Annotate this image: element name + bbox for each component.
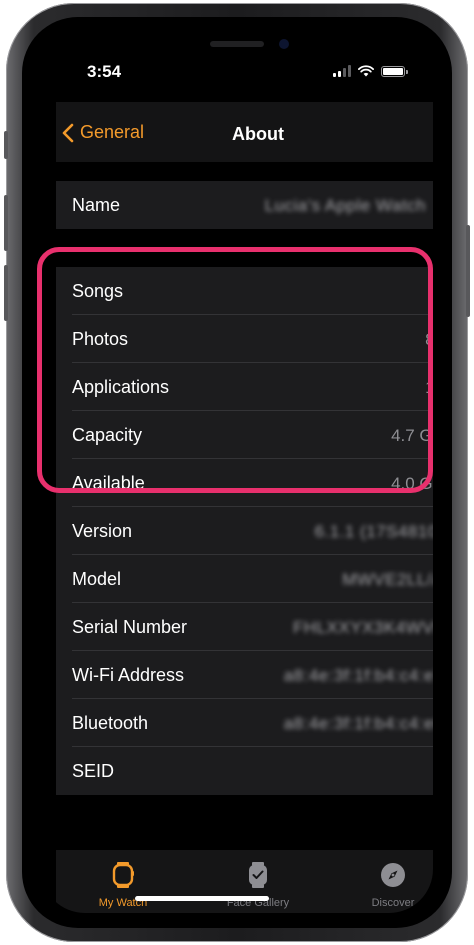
row-label: Serial Number xyxy=(72,617,188,637)
speaker-grille xyxy=(210,41,264,47)
list-item: Version 6.1.1 (17S4810) xyxy=(56,507,433,555)
row-value: FHLXXYX3K4WVL xyxy=(292,618,433,637)
phone-frame: 3:54 General About Name Lucia's Apple Wa… xyxy=(4,3,470,942)
wifi-icon xyxy=(358,65,374,77)
row-label: Wi-Fi Address xyxy=(72,665,185,685)
list-item: Wi-Fi Address a8:4e:3f:1f:b4:c4:e7 xyxy=(56,651,433,699)
cellular-signal-icon xyxy=(333,65,351,77)
tab-my-watch[interactable]: My Watch xyxy=(56,862,190,909)
row-label: Applications xyxy=(72,377,170,397)
side-button xyxy=(466,225,470,317)
about-list: Songs 0 Photos 84 Applications 12 Capaci… xyxy=(56,267,433,795)
row-value: a8:4e:3f:1f:b4:c4:e8 xyxy=(283,714,433,733)
status-time: 3:54 xyxy=(87,62,122,81)
face-gallery-icon xyxy=(249,862,267,888)
row-label: Capacity xyxy=(72,425,143,445)
status-icons xyxy=(333,65,408,77)
row-label: Songs xyxy=(72,281,124,301)
tab-face-gallery[interactable]: Face Gallery xyxy=(191,862,325,909)
row-label: Version xyxy=(72,521,133,541)
list-item: Serial Number FHLXXYX3K4WVL xyxy=(56,603,433,651)
list-item: Applications 12 xyxy=(56,363,433,411)
row-value: 4.0 GB xyxy=(391,474,433,493)
tab-discover[interactable]: Discover xyxy=(326,862,433,909)
tab-label: Discover xyxy=(371,897,415,909)
row-label: Photos xyxy=(72,329,129,349)
volume-up-button xyxy=(4,195,8,251)
name-row[interactable]: Name Lucia's Apple Watch xyxy=(56,181,433,229)
volume-down-button xyxy=(4,265,8,321)
page-title: About xyxy=(232,124,284,144)
watch-icon xyxy=(112,862,134,888)
row-value: 12 xyxy=(425,378,433,397)
navigation-bar: General About xyxy=(56,102,433,162)
front-camera xyxy=(279,39,289,49)
list-item: Available 4.0 GB xyxy=(56,459,433,507)
row-value: 84 xyxy=(425,330,433,349)
notch xyxy=(136,32,338,64)
row-value: Lucia's Apple Watch xyxy=(264,196,426,215)
home-indicator xyxy=(135,896,269,901)
list-item: Capacity 4.7 GB xyxy=(56,411,433,459)
row-label: Model xyxy=(72,569,122,589)
list-item: Bluetooth a8:4e:3f:1f:b4:c4:e8 xyxy=(56,699,433,747)
row-value: MWVE2LL/A xyxy=(342,570,433,589)
compass-icon xyxy=(381,863,405,887)
mute-switch xyxy=(4,131,8,159)
screen: 3:54 General About Name Lucia's Apple Wa… xyxy=(41,32,433,913)
name-group: Name Lucia's Apple Watch xyxy=(56,181,433,229)
battery-icon xyxy=(381,65,408,77)
row-label: Available xyxy=(72,473,145,493)
seid-row[interactable]: SEID xyxy=(56,747,433,795)
list-item: Model MWVE2LL/A xyxy=(56,555,433,603)
list-item: Songs 0 xyxy=(56,267,433,315)
row-value: 4.7 GB xyxy=(391,426,433,445)
tab-bar: My Watch Face Gallery Discover xyxy=(56,850,433,913)
row-label: SEID xyxy=(72,761,115,781)
bezel: 3:54 General About Name Lucia's Apple Wa… xyxy=(22,17,452,928)
row-value: 6.1.1 (17S4810) xyxy=(314,522,433,541)
row-value: a8:4e:3f:1f:b4:c4:e7 xyxy=(283,666,433,685)
row-label: Name xyxy=(72,195,121,215)
row-label: Bluetooth xyxy=(72,713,149,733)
list-item: Photos 84 xyxy=(56,315,433,363)
